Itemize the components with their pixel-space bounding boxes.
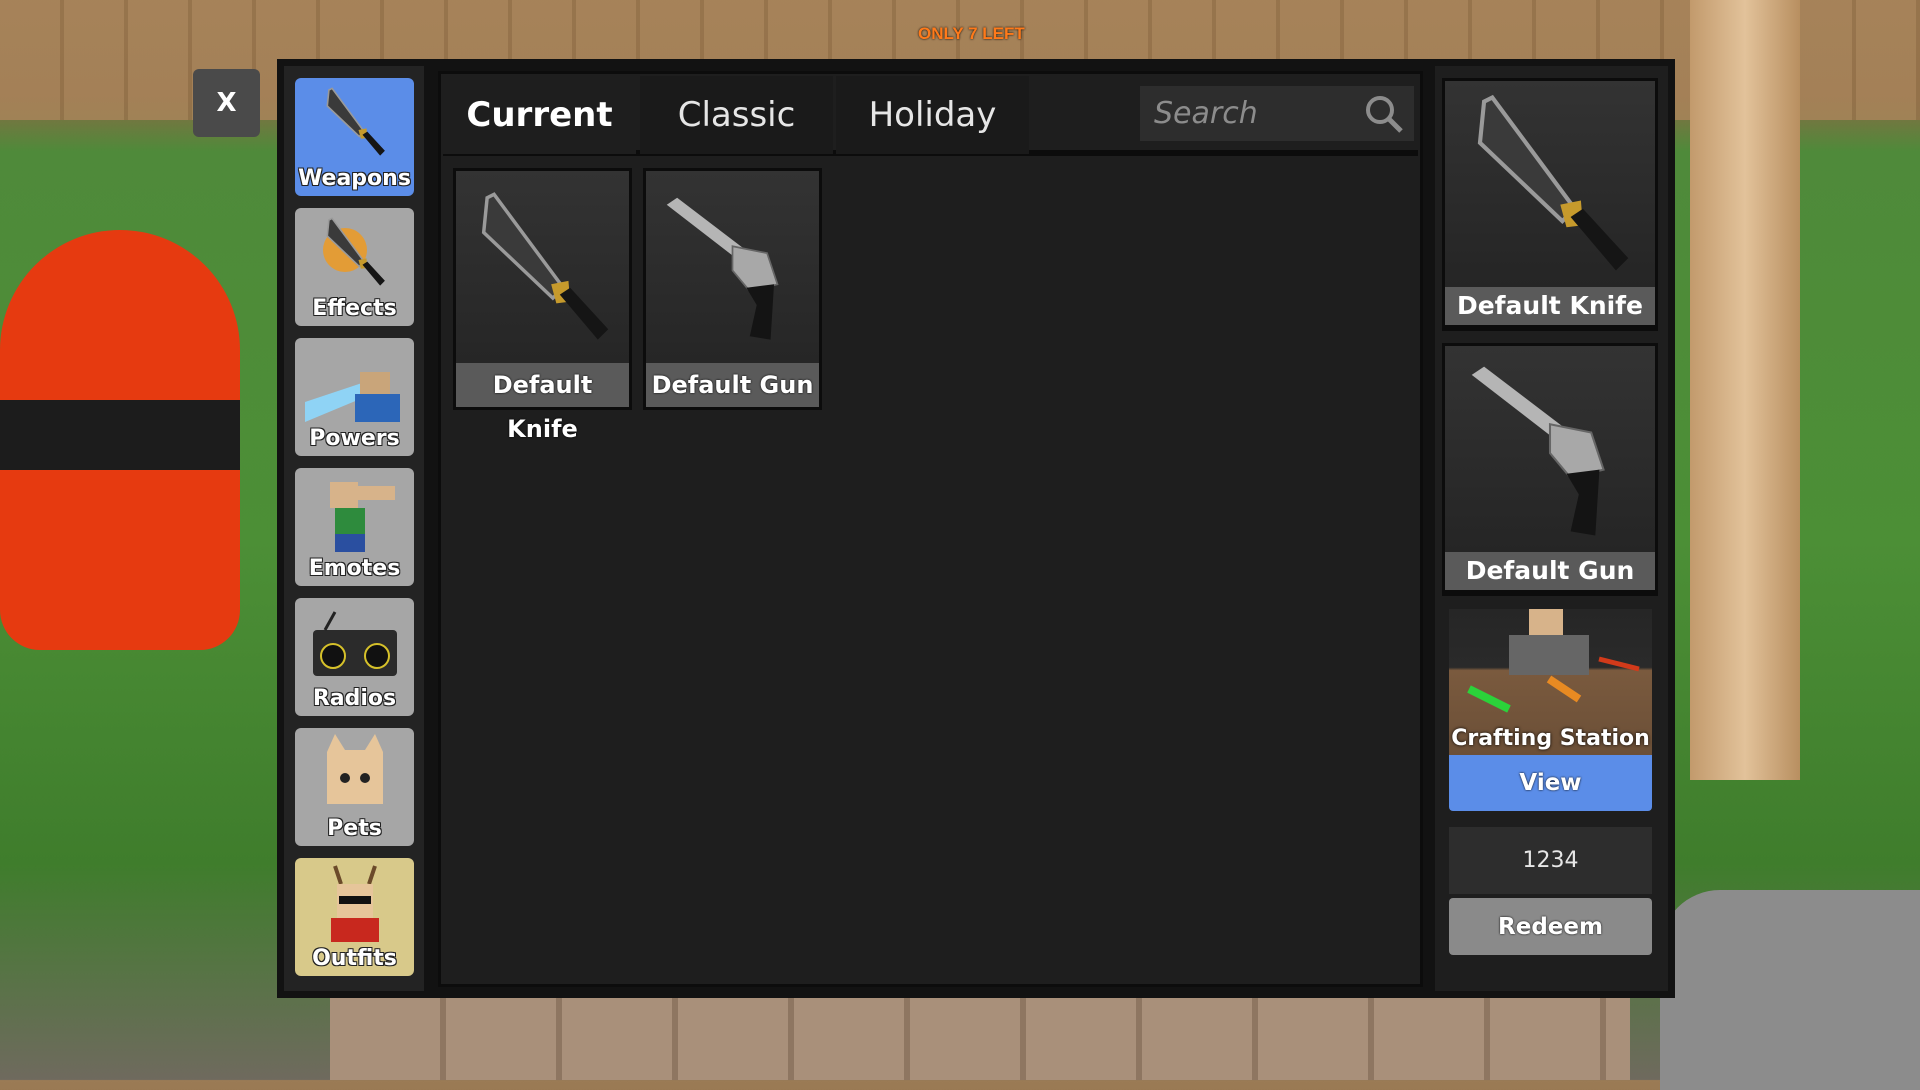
emote-icon bbox=[330, 482, 395, 552]
view-crafting-button[interactable]: View bbox=[1449, 755, 1652, 811]
sidebar-item-label: Weapons bbox=[298, 166, 411, 191]
code-input[interactable]: 1234 bbox=[1449, 827, 1652, 894]
sidebar-item-label: Effects bbox=[312, 296, 397, 321]
tab-current[interactable]: Current bbox=[443, 76, 636, 154]
equipped-name: Default Knife bbox=[1445, 287, 1655, 325]
crafting-station-image bbox=[1467, 609, 1640, 713]
item-name: Default Gun bbox=[646, 363, 819, 407]
sidebar-item-pets[interactable]: Pets bbox=[295, 728, 414, 846]
revolver-icon bbox=[646, 171, 819, 363]
stock-banner: ONLY 7 LEFT bbox=[918, 24, 1025, 43]
powers-icon bbox=[305, 372, 400, 422]
sidebar-item-radios[interactable]: Radios bbox=[295, 598, 414, 716]
equipped-name: Default Gun bbox=[1445, 552, 1655, 590]
outfit-icon bbox=[331, 865, 379, 942]
search-input[interactable] bbox=[1154, 96, 1354, 131]
sidebar-item-powers[interactable]: Powers bbox=[295, 338, 414, 456]
background-floor bbox=[330, 995, 1630, 1080]
radio-icon bbox=[313, 611, 397, 676]
equipped-knife[interactable]: Default Knife bbox=[1442, 78, 1658, 331]
item-default-gun[interactable]: Default Gun bbox=[643, 168, 822, 410]
background-rocket-band bbox=[0, 400, 240, 470]
sidebar-item-outfits[interactable]: Outfits bbox=[295, 858, 414, 976]
item-name: Default Knife bbox=[456, 363, 629, 443]
crafting-station-title: Crafting Station bbox=[1451, 726, 1650, 751]
background-pillar bbox=[1690, 0, 1800, 780]
tab-holiday[interactable]: Holiday bbox=[836, 76, 1029, 154]
knife-icon bbox=[305, 82, 404, 162]
pet-icon bbox=[327, 734, 383, 804]
knife-icon bbox=[1445, 81, 1655, 287]
sidebar-item-label: Radios bbox=[312, 686, 397, 711]
redeem-button[interactable]: Redeem bbox=[1449, 898, 1652, 955]
tab-classic[interactable]: Classic bbox=[640, 76, 833, 154]
close-button[interactable]: X bbox=[193, 69, 260, 137]
knife-icon bbox=[456, 171, 629, 363]
search-icon[interactable] bbox=[1364, 94, 1404, 134]
item-default-knife[interactable]: Default Knife bbox=[453, 168, 632, 443]
sidebar-item-label: Emotes bbox=[308, 556, 401, 581]
equipped-gun[interactable]: Default Gun bbox=[1442, 343, 1658, 596]
sidebar-item-effects[interactable]: Effects bbox=[295, 208, 414, 326]
sidebar-item-label: Pets bbox=[327, 816, 382, 841]
crafting-station-card: Crafting Station bbox=[1449, 609, 1652, 755]
sidebar-item-weapons[interactable]: Weapons bbox=[295, 78, 414, 196]
sidebar-item-label: Outfits bbox=[312, 946, 397, 971]
background-rock bbox=[1660, 890, 1920, 1090]
sidebar-item-label: Powers bbox=[309, 426, 400, 451]
flaming-knife-icon bbox=[323, 212, 404, 292]
revolver-icon bbox=[1445, 346, 1655, 552]
sidebar-item-emotes[interactable]: Emotes bbox=[295, 468, 414, 586]
search-box bbox=[1140, 86, 1414, 141]
